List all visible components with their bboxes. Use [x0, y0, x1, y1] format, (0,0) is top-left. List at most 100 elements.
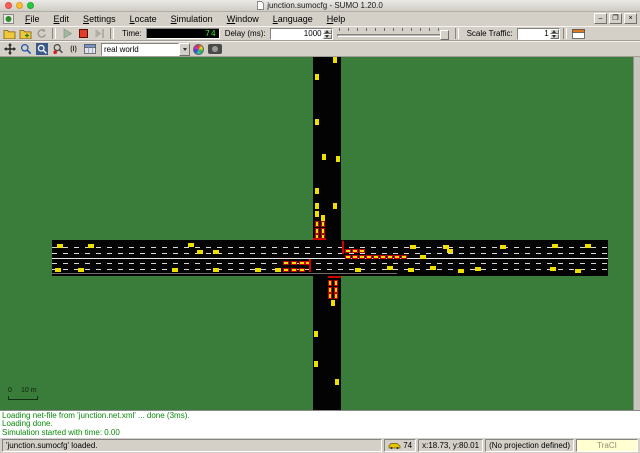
traffic-light-stop-line [342, 241, 344, 254]
snapshot-button[interactable] [207, 43, 222, 56]
vehicle [336, 156, 340, 162]
vehicle [550, 267, 556, 271]
combo-dropdown-button[interactable] [179, 43, 190, 56]
delay-value[interactable]: 1000 [271, 29, 323, 39]
window-title: junction.sumocfg - SUMO 1.20.0 [267, 1, 383, 10]
slider-groove [337, 34, 449, 37]
scale-spin-down-icon[interactable] [550, 34, 559, 39]
vehicle [334, 293, 338, 299]
run-button[interactable] [60, 27, 75, 40]
vehicle [315, 203, 319, 209]
scale-traffic-value[interactable]: 1 [518, 29, 550, 39]
scale-traffic-spinbox[interactable]: 1 [517, 28, 560, 40]
vehicle [345, 255, 351, 259]
new-view-button[interactable] [571, 27, 586, 40]
vehicle [315, 188, 319, 194]
menu-simulation[interactable]: Simulation [164, 13, 220, 25]
lane-marking [52, 263, 608, 264]
time-lcd-display: 74 [146, 28, 220, 39]
show-tooltips-button[interactable]: (I) [66, 43, 81, 56]
menu-language[interactable]: Language [266, 13, 320, 25]
vehicle [213, 268, 219, 272]
vehicle [366, 255, 372, 259]
vehicle [275, 268, 281, 272]
zoom-extent-button[interactable] [34, 43, 49, 56]
road-edge-line [52, 273, 397, 274]
traci-indicator: TraCI [576, 439, 638, 452]
vehicle [352, 249, 358, 253]
delay-slider[interactable] [337, 28, 449, 40]
locate-button[interactable] [50, 43, 65, 56]
log-line: Loading net-file from 'junction.net.xml'… [2, 412, 638, 420]
message-log[interactable]: Loading net-file from 'junction.net.xml'… [0, 410, 640, 437]
vehicle [333, 57, 337, 63]
magnifier-dark-icon [36, 43, 48, 55]
open-folder-plus-icon [19, 29, 32, 39]
stop-button[interactable] [76, 27, 91, 40]
vehicle [430, 266, 436, 270]
color-wheel-icon [193, 44, 204, 55]
sumo-app-icon [3, 14, 14, 24]
lane-marking [52, 247, 608, 248]
vehicle [373, 255, 379, 259]
vehicle [359, 249, 365, 253]
scale-traffic-label: Scale Traffic: [467, 29, 513, 38]
vehicle [322, 154, 326, 160]
step-button[interactable] [92, 27, 107, 40]
menu-edit[interactable]: Edit [47, 13, 77, 25]
vehicle [334, 280, 338, 286]
vehicle [55, 268, 61, 272]
camera-icon [208, 44, 222, 54]
menu-settings[interactable]: Settings [76, 13, 123, 25]
open-network-button[interactable] [18, 27, 33, 40]
coloring-scheme-combo[interactable]: real world [101, 43, 190, 56]
new-window-icon [572, 29, 585, 39]
document-icon [257, 1, 264, 10]
toolbar-separator [563, 28, 567, 39]
sumo-main-window: junction.sumocfg - SUMO 1.20.0 File Edit… [0, 0, 640, 453]
menu-file[interactable]: File [18, 13, 47, 25]
minimize-button[interactable]: – [594, 13, 607, 24]
coloring-scheme-value[interactable]: real world [101, 43, 179, 56]
lane-marking [52, 253, 608, 254]
vehicle [255, 268, 261, 272]
close-button[interactable]: × [624, 13, 637, 24]
projection-status: (No projection defined) [485, 439, 574, 452]
delay-spinbox[interactable]: 1000 [270, 28, 333, 40]
delay-spin-down-icon[interactable] [323, 34, 332, 39]
vehicle [57, 244, 63, 248]
reload-icon [36, 28, 47, 39]
open-simulation-button[interactable] [2, 27, 17, 40]
recenter-view-button[interactable] [2, 43, 17, 56]
scale-distance-label: 10 m [21, 387, 37, 394]
vehicle [291, 268, 297, 272]
vehicle [447, 249, 453, 253]
zoom-button[interactable] [18, 43, 33, 56]
maximize-button[interactable]: ❐ [609, 13, 622, 24]
simulation-view[interactable]: 0 10 m [0, 57, 633, 410]
traffic-light-stop-line [309, 259, 311, 272]
menu-help[interactable]: Help [320, 13, 353, 25]
open-folder-icon [3, 29, 16, 39]
vehicle [314, 331, 318, 337]
reload-button[interactable] [34, 27, 49, 40]
chevron-down-icon [183, 48, 187, 51]
vehicle [333, 203, 337, 209]
magnifier-red-dot-icon [52, 43, 64, 55]
vehicle [331, 300, 335, 306]
edit-coloring-button[interactable] [191, 43, 206, 56]
menu-window[interactable]: Window [220, 13, 266, 25]
slider-handle[interactable] [440, 30, 449, 40]
vehicle [172, 268, 178, 272]
vehicle [355, 268, 361, 272]
scale-zero-label: 0 [8, 387, 12, 394]
vehicle [78, 268, 84, 272]
vehicle [88, 244, 94, 248]
vehicle [394, 255, 400, 259]
menu-locate[interactable]: Locate [123, 13, 164, 25]
titlebar: junction.sumocfg - SUMO 1.20.0 [0, 0, 640, 12]
vehicle [315, 119, 319, 125]
edit-viewport-button[interactable] [82, 43, 97, 56]
vehicle [380, 255, 386, 259]
canvas-right-margin [633, 57, 640, 410]
